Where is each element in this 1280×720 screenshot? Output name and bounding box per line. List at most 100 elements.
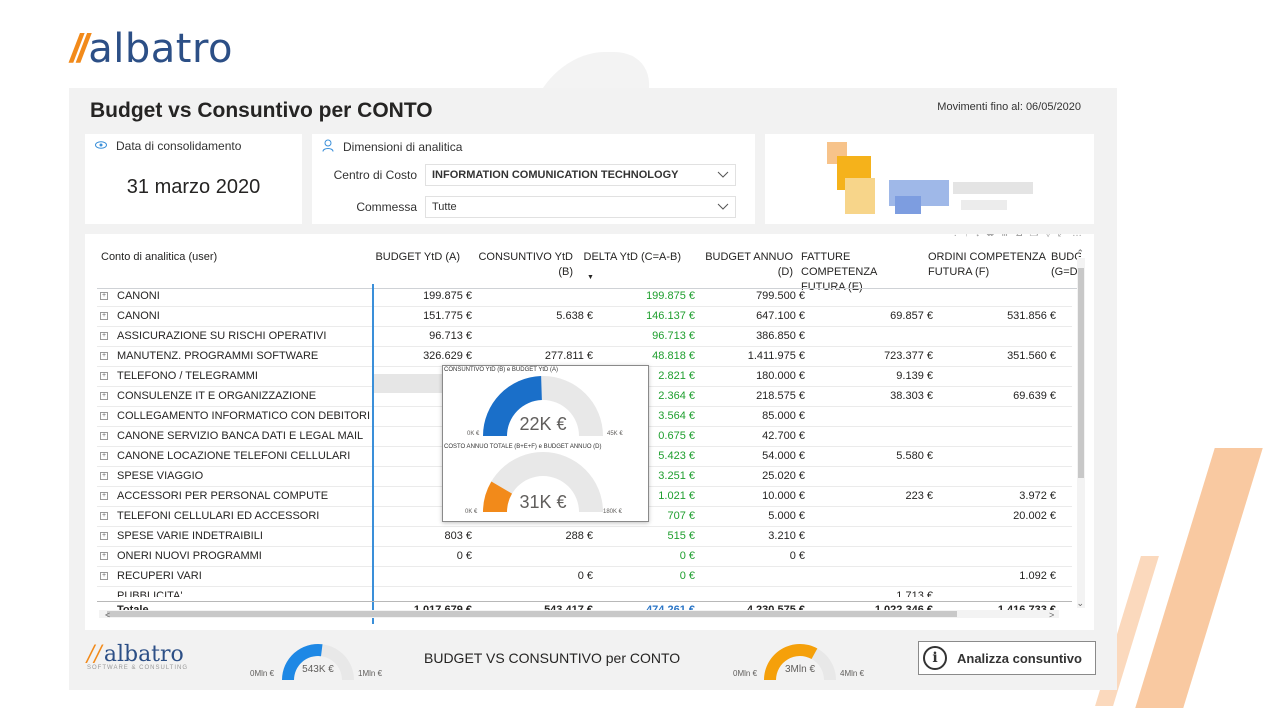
help-icon[interactable]: ? [953,234,959,239]
filter-icon[interactable]: ▽ [1044,234,1052,239]
scroll-up-arrow[interactable]: ⌃ [1076,248,1084,259]
cell-ordini: 69.639 € [1013,390,1056,402]
expand-icon[interactable]: + [100,392,108,400]
blurred-logo-fragment [845,178,875,214]
cell-ordini: 531.856 € [1007,310,1056,322]
expand-icon[interactable]: + [100,292,108,300]
cell-budget-ytd: 96.713 € [429,330,472,342]
cell-budget-annuo: 180.000 € [756,370,805,382]
expand-icon[interactable]: + [100,352,108,360]
movements-as-of-date: Movimenti fino al: 06/05/2020 [937,101,1081,113]
table-row-partial[interactable]: PUBBLICITA' 1.713 € [97,587,1072,597]
consolidation-date-card: Data di consolidamento 31 marzo 2020 [85,134,302,224]
table-row[interactable]: + MANUTENZ. PROGRAMMI SOFTWARE 326.629 € 27… [97,347,1072,367]
scroll-down-arrow[interactable]: ⌄ [1076,598,1084,609]
cost-center-dropdown[interactable]: INFORMATION COMUNICATION TECHNOLOGY [425,164,736,186]
col-header-delta-ytd[interactable]: DELTA YtD (C=A-B) [583,250,682,265]
commessa-value: Tutte [432,201,457,213]
expand-icon[interactable]: + [100,372,108,380]
row-account-name: TELEFONI CELLULARI ED ACCESSORI [117,510,320,522]
expand-icon[interactable]: + [100,432,108,440]
col-header-budget-annuo[interactable]: BUDGET ANNUO (D) [688,250,793,280]
table-row[interactable]: + RECUPERI VARI 0 € 0 € 1.092 € [97,567,1072,587]
cell-budget-annuo: 25.020 € [762,470,805,482]
row-account-name: CANONI [117,310,160,322]
footer-title: BUDGET VS CONSUNTIVO per CONTO [424,650,681,666]
footer-logo-slashes: // [87,642,102,667]
cell-budget-annuo: 85.000 € [762,410,805,422]
footer-logo-word: albatro [103,642,184,667]
analizza-consuntivo-button[interactable]: i Analizza consuntivo [918,641,1096,675]
gauge2-value: 31K € [519,492,567,512]
col-header-consuntivo-ytd[interactable]: CONSUNTIVO YtD (B) [465,250,573,280]
cell-budget-ytd: 199.875 € [423,290,472,302]
expand-icon[interactable]: + [100,532,108,540]
albatro-logo: // albatro [70,26,233,72]
expand-icon[interactable]: + [100,312,108,320]
chevron-down-icon [717,202,729,212]
cell-fatture: 1.713 € [896,590,933,597]
scroll-right-arrow[interactable]: > [1049,610,1054,620]
copy-icon[interactable]: ❐ [1029,234,1038,239]
row-account-name: CANONE LOCAZIONE TELEFONI CELLULARI [117,450,351,462]
dimensions-header-label: Dimensioni di analitica [343,140,463,154]
selected-column-indicator [372,284,374,624]
focus-mode-icon[interactable]: ⤢ [1058,234,1066,239]
col-header-ordini[interactable]: ORDINI COMPETENZA FUTURA (F) [928,250,1048,280]
expand-icon[interactable]: + [100,412,108,420]
blurred-logo-fragment [895,196,921,214]
consolidation-header-label: Data di consolidamento [116,139,242,153]
gauge2-max: 180K € [603,509,623,515]
gauge1-min: 0K € [467,431,480,437]
cell-delta: 0 € [679,570,695,582]
cell-consuntivo-ytd: 288 € [565,530,593,542]
pin-icon[interactable]: ⊿ [1015,234,1023,239]
scroll-left-arrow[interactable]: < [105,610,110,620]
horizontal-scroll-thumb[interactable] [107,611,957,617]
row-account-name: CANONI [117,290,160,302]
hierarchy-icon[interactable]: ⋔ [1001,234,1009,239]
cell-delta: 515 € [667,530,695,542]
cell-fatture: 38.303 € [890,390,933,402]
cell-budget-annuo: 0 € [789,550,805,562]
drill-up-icon[interactable]: ↑ [964,234,969,239]
row-account-name: PUBBLICITA' [117,590,183,597]
cell-budget-annuo: 218.575 € [756,390,805,402]
vertical-scrollbar[interactable] [1077,258,1085,608]
commessa-slicer: Commessa Tutte [312,196,755,218]
expand-level-icon[interactable]: ⇊ [986,234,994,239]
gauge1-value: 22K € [519,414,567,434]
row-account-name: CANONE SERVIZIO BANCA DATI E LEGAL MAIL [117,430,364,442]
table-row[interactable]: + CANONI 199.875 € 199.875 € 799.500 € [97,287,1072,307]
horizontal-scrollbar[interactable] [99,610,1059,618]
expand-icon[interactable]: + [100,452,108,460]
footer-gauge-a-value: 543K € [302,664,334,675]
col-header-account[interactable]: Conto di analitica (user) [101,250,301,265]
table-row[interactable]: + SPESE VARIE INDETRAIBILI 803 € 288 € 515 €… [97,527,1072,547]
col-header-budget-ytd[interactable]: BUDGET YtD (A) [362,250,460,265]
table-row[interactable]: + ONERI NUOVI PROGRAMMI 0 € 0 € 0 € [97,547,1072,567]
cell-fatture: 723.377 € [884,350,933,362]
drill-down-icon[interactable]: ↓ [975,234,980,239]
commessa-dropdown[interactable]: Tutte [425,196,736,218]
row-account-name: SPESE VARIE INDETRAIBILI [117,530,263,542]
expand-icon[interactable]: + [100,552,108,560]
cell-consuntivo-ytd: 0 € [577,570,593,582]
expand-icon[interactable]: + [100,572,108,580]
cell-budget-ytd: 326.629 € [423,350,472,362]
cell-ordini: 1.092 € [1019,570,1056,582]
expand-icon[interactable]: + [100,492,108,500]
expand-icon[interactable]: + [100,472,108,480]
more-options-icon[interactable]: … [1072,234,1082,239]
vertical-scroll-thumb[interactable] [1078,268,1084,478]
cell-budget-ytd: 803 € [444,530,472,542]
cell-budget-ytd: 151.775 € [423,310,472,322]
table-row[interactable]: + ASSICURAZIONE SU RISCHI OPERATIVI 96.713… [97,327,1072,347]
table-row[interactable]: + CANONI 151.775 € 5.638 € 146.137 € 647.100 … [97,307,1072,327]
cell-budget-annuo: 5.000 € [768,510,805,522]
logo-slashes: // [70,27,88,71]
row-account-name: CONSULENZE IT E ORGANIZZAZIONE [117,390,317,402]
cell-budget-ytd: 0 € [456,550,472,562]
expand-icon[interactable]: + [100,332,108,340]
expand-icon[interactable]: + [100,512,108,520]
